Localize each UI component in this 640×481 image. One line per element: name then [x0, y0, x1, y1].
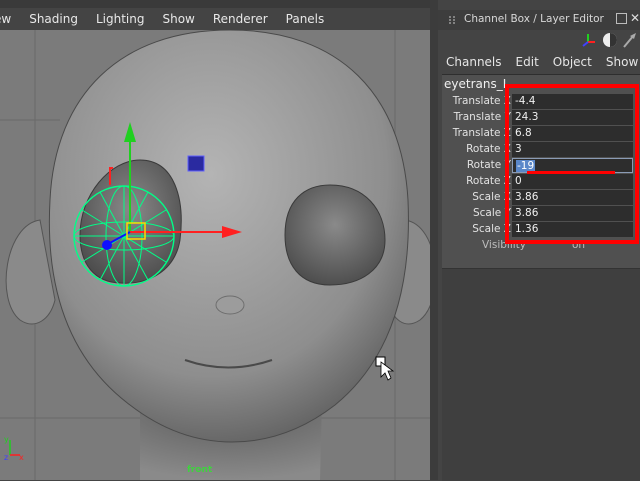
channel-box-menubar: Channels Edit Object Show: [438, 52, 640, 72]
menu-show-cb[interactable]: Show: [598, 52, 640, 72]
grip-icon[interactable]: [448, 15, 456, 25]
axis-display-icon[interactable]: [582, 34, 595, 47]
menu-object[interactable]: Object: [545, 52, 598, 72]
menu-show[interactable]: Show: [153, 8, 203, 30]
object-name[interactable]: eyetrans_L: [444, 77, 509, 91]
svg-text:z: z: [4, 453, 8, 462]
annotation-highlight-box: [505, 84, 639, 244]
plane-handle[interactable]: [187, 155, 205, 172]
viewport-panel[interactable]: ew Shading Lighting Show Renderer Panels: [0, 0, 430, 480]
float-window-icon[interactable]: [616, 13, 627, 24]
attr-label[interactable]: Translate X: [453, 95, 511, 107]
channel-box-icon-row: [438, 30, 640, 50]
channel-box-title: Channel Box / Layer Editor: [464, 13, 604, 25]
menu-shading[interactable]: Shading: [20, 8, 87, 30]
menu-view[interactable]: ew: [0, 8, 20, 30]
attr-label[interactable]: Translate Z: [453, 127, 511, 139]
channel-box-titlebar[interactable]: Channel Box / Layer Editor ✕: [438, 10, 640, 30]
viewport-scene[interactable]: y x z: [0, 30, 430, 480]
camera-name-label: front: [187, 465, 213, 475]
speed-slider-icon[interactable]: [623, 33, 636, 48]
menu-channels[interactable]: Channels: [438, 52, 508, 72]
menu-panels[interactable]: Panels: [277, 8, 334, 30]
svg-text:y: y: [4, 435, 9, 444]
right-eye-socket: [284, 184, 386, 286]
layer-editor-area[interactable]: [442, 268, 640, 481]
view-axis-gizmo: y x z: [4, 435, 24, 462]
panel-splitter[interactable]: [430, 0, 438, 480]
menu-renderer[interactable]: Renderer: [204, 8, 277, 30]
menu-edit[interactable]: Edit: [508, 52, 545, 72]
menu-lighting[interactable]: Lighting: [87, 8, 154, 30]
nose-mesh: [215, 295, 245, 315]
mouse-cursor-icon: [375, 356, 395, 381]
svg-text:x: x: [19, 453, 24, 462]
viewport-toolbar-strip: [0, 0, 430, 8]
attr-label[interactable]: Translate Y: [454, 111, 511, 123]
close-icon[interactable]: ✕: [630, 11, 640, 25]
left-ear-mesh: [5, 219, 56, 325]
viewport-menubar: ew Shading Lighting Show Renderer Panels: [0, 8, 430, 30]
manipulator-toggle-icon[interactable]: [603, 33, 617, 47]
annotation-underline: [527, 171, 615, 174]
